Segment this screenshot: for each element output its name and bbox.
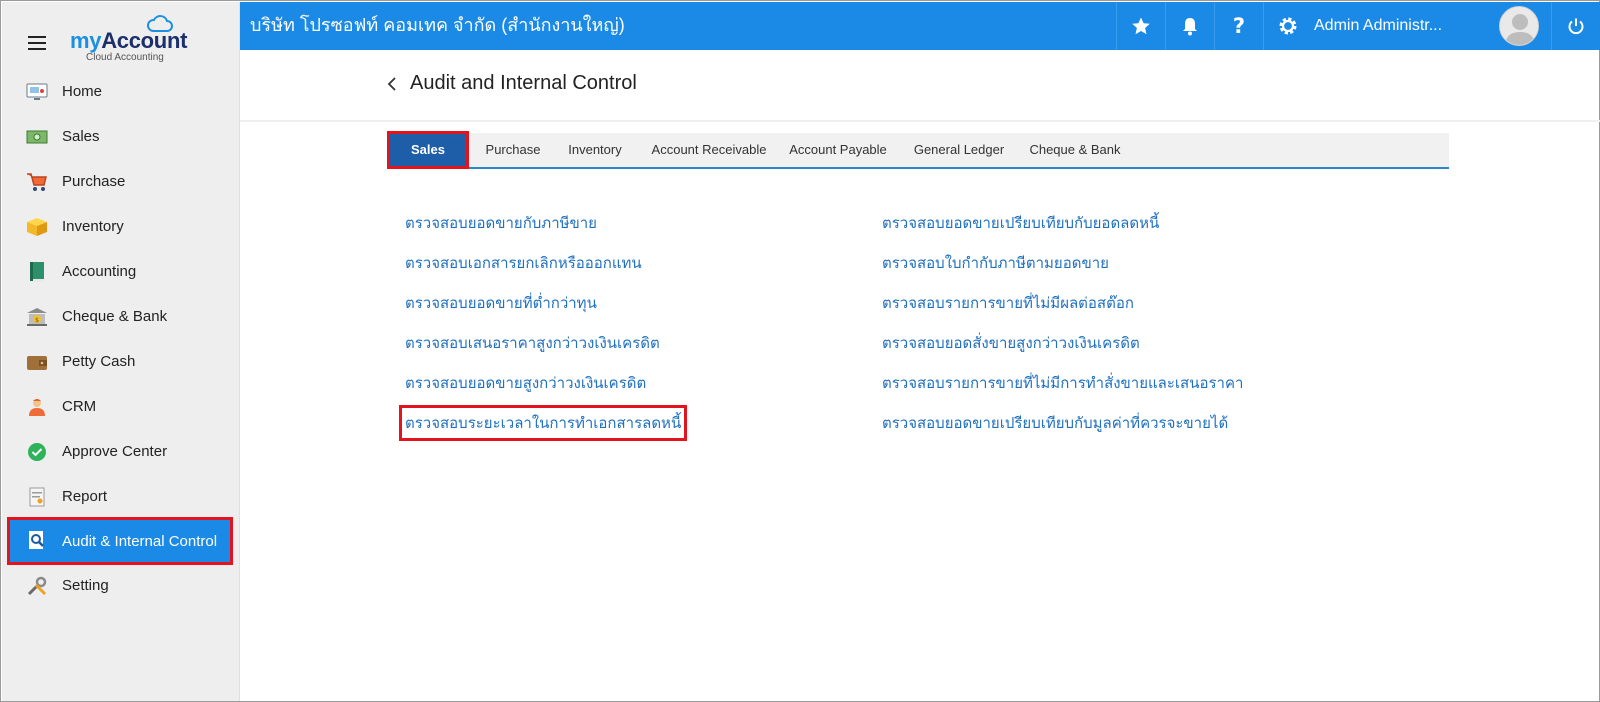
- star-icon[interactable]: [1116, 2, 1165, 50]
- sidebar-item-label: Purchase: [62, 173, 126, 190]
- tab-general-ledger[interactable]: General Ledger: [913, 133, 1005, 167]
- audit-link-sales-order-over-credit[interactable]: ตรวจสอบยอดสั่งขายสูงกว่าวงเงินเครดิต: [882, 331, 1140, 355]
- power-icon[interactable]: [1551, 2, 1600, 50]
- sidebar-item-report[interactable]: Report: [2, 474, 240, 519]
- tab-sales[interactable]: Sales: [387, 131, 469, 169]
- box-icon: [26, 216, 48, 238]
- help-icon[interactable]: ?: [1214, 2, 1263, 50]
- tab-purchase[interactable]: Purchase: [481, 133, 545, 167]
- sidebar-item-home[interactable]: Home: [2, 69, 240, 114]
- audit-link-sales-over-credit[interactable]: ตรวจสอบยอดขายสูงกว่าวงเงินเครดิต: [405, 371, 646, 395]
- sidebar-item-crm[interactable]: CRM: [2, 384, 240, 429]
- sidebar-item-label: Audit & Internal Control: [62, 532, 218, 550]
- sidebar-item-petty-cash[interactable]: Petty Cash: [2, 339, 240, 384]
- bank-icon: $: [26, 306, 48, 328]
- bell-icon[interactable]: [1165, 2, 1214, 50]
- sidebar-item-audit-internal-control[interactable]: Audit & Internal Control: [7, 517, 233, 565]
- audit-link-sales-vs-credit-notes[interactable]: ตรวจสอบยอดขายเปรียบเทียบกับยอดลดหนี้: [882, 211, 1159, 235]
- tab-account-receivable[interactable]: Account Receivable: [649, 133, 769, 167]
- wrench-icon: [26, 575, 48, 597]
- back-chevron-icon[interactable]: [384, 74, 400, 94]
- avatar[interactable]: [1499, 6, 1539, 46]
- svg-text:$: $: [35, 317, 39, 324]
- sidebar-item-inventory[interactable]: Inventory: [2, 204, 240, 249]
- brand-subtitle: Cloud Accounting: [86, 52, 164, 63]
- sidebar-item-label: Setting: [62, 577, 109, 594]
- sidebar-item-label: Approve Center: [62, 443, 168, 460]
- cash-icon: [26, 126, 48, 148]
- sidebar-item-setting[interactable]: Setting: [2, 563, 240, 608]
- app-window: myAccount Cloud Accounting Home Sales Pu…: [0, 0, 1600, 702]
- hamburger-menu-icon[interactable]: [28, 36, 46, 50]
- audit-link-sales-vs-output-tax[interactable]: ตรวจสอบยอดขายกับภาษีขาย: [405, 211, 597, 235]
- sidebar-item-label: Inventory: [62, 218, 124, 235]
- tab-cheque-bank[interactable]: Cheque & Bank: [1029, 133, 1121, 167]
- sidebar-item-label: Home: [62, 83, 103, 100]
- sidebar-item-label: Petty Cash: [62, 353, 136, 370]
- page-header: Audit and Internal Control: [240, 50, 1600, 122]
- tab-account-payable[interactable]: Account Payable: [789, 133, 887, 167]
- audit-link-sales-without-order-quotation[interactable]: ตรวจสอบรายการขายที่ไม่มีการทำสั่งขายและเ…: [882, 371, 1243, 395]
- brand-name: myAccount: [70, 28, 188, 53]
- sidebar-item-cheque-bank[interactable]: $ Cheque & Bank: [2, 294, 240, 339]
- tab-inventory[interactable]: Inventory: [563, 133, 627, 167]
- sidebar-item-label: Report: [62, 488, 108, 505]
- sidebar: myAccount Cloud Accounting Home Sales Pu…: [2, 2, 240, 701]
- audit-magnifier-icon: [26, 530, 48, 552]
- audit-link-sales-without-stock[interactable]: ตรวจสอบรายการขายที่ไม่มีผลต่อสต๊อก: [882, 291, 1134, 315]
- ledger-book-icon: [26, 261, 48, 283]
- sidebar-menu: Home Sales Purchase Inventory Accounting…: [2, 69, 240, 608]
- sidebar-item-label: CRM: [62, 398, 97, 415]
- audit-link-cancelled-documents[interactable]: ตรวจสอบเอกสารยกเลิกหรือออกแทน: [405, 251, 642, 275]
- sidebar-item-label: Accounting: [62, 263, 137, 280]
- audit-link-quotation-over-credit[interactable]: ตรวจสอบเสนอราคาสูงกว่าวงเงินเครดิต: [405, 331, 660, 355]
- brand-logo[interactable]: myAccount Cloud Accounting: [68, 14, 188, 64]
- top-bar: บริษัท โปรซอฟท์ คอมเทค จำกัด (สำนักงานให…: [240, 2, 1600, 50]
- audit-link-tax-invoice-by-sales[interactable]: ตรวจสอบใบกำกับภาษีตามยอดขาย: [882, 251, 1109, 275]
- sidebar-item-accounting[interactable]: Accounting: [2, 249, 240, 294]
- report-icon: [26, 486, 48, 508]
- sidebar-item-label: Sales: [62, 128, 100, 145]
- people-icon: [26, 396, 48, 418]
- sidebar-item-sales[interactable]: Sales: [2, 114, 240, 159]
- cart-icon: [26, 171, 48, 193]
- sidebar-item-label: Cheque & Bank: [62, 308, 168, 325]
- audit-link-credit-note-duration[interactable]: ตรวจสอบระยะเวลาในการทำเอกสารลดหนี้: [398, 405, 688, 441]
- check-circle-icon: [26, 441, 48, 463]
- tab-bar: Sales Purchase Inventory Account Receiva…: [387, 131, 1449, 169]
- audit-link-sales-vs-expected-value[interactable]: ตรวจสอบยอดขายเปรียบเทียบกับมูลค่าที่ควรจ…: [882, 411, 1228, 435]
- wallet-icon: [26, 351, 48, 373]
- gear-icon[interactable]: [1263, 2, 1312, 50]
- audit-link-sales-below-cost[interactable]: ตรวจสอบยอดขายที่ต่ำกว่าทุน: [405, 291, 597, 315]
- user-name[interactable]: Admin Administr...: [1314, 2, 1442, 50]
- page-title: Audit and Internal Control: [410, 72, 637, 94]
- logo-area: myAccount Cloud Accounting: [2, 2, 240, 68]
- sidebar-item-purchase[interactable]: Purchase: [2, 159, 240, 204]
- sidebar-item-approve-center[interactable]: Approve Center: [2, 429, 240, 474]
- company-name[interactable]: บริษัท โปรซอฟท์ คอมเทค จำกัด (สำนักงานให…: [250, 2, 625, 50]
- home-monitor-icon: [26, 81, 48, 103]
